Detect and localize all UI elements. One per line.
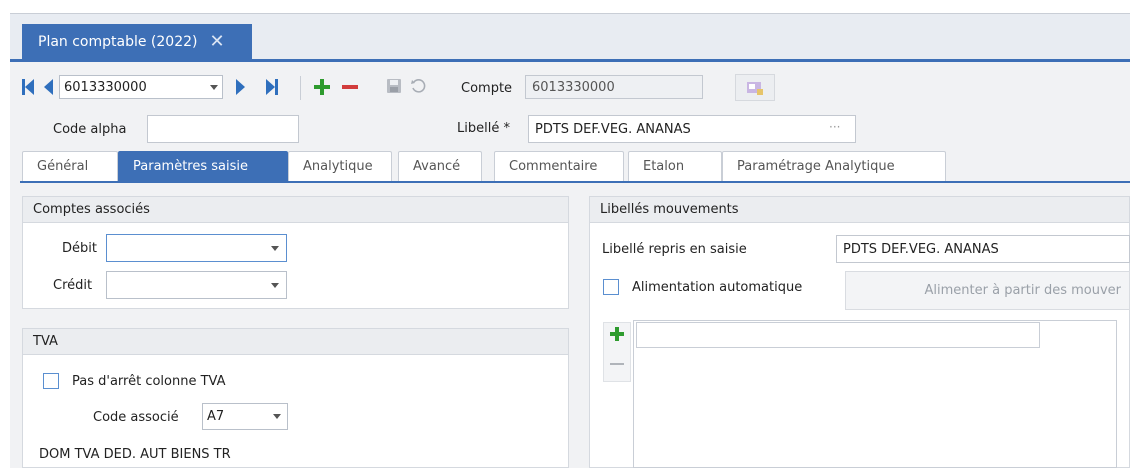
document-tab-title: Plan comptable (2022) (38, 33, 198, 50)
window-top-strip (0, 0, 1130, 13)
last-record-button[interactable] (266, 79, 278, 95)
tab-analytique-label: Analytique (303, 159, 373, 174)
remove-row-button[interactable] (609, 356, 625, 372)
compte-field: 6013330000 (525, 75, 703, 99)
last-bar-icon (275, 79, 278, 95)
debit-label: Débit (62, 241, 97, 256)
account-card-button[interactable] (735, 74, 775, 101)
tab-avance[interactable]: Avancé (398, 151, 482, 181)
tabs-accent-line (20, 181, 1130, 183)
tva-title: TVA (23, 329, 568, 355)
tab-commentaire-label: Commentaire (509, 159, 598, 174)
compte-label: Compte (461, 81, 513, 96)
credit-label: Crédit (53, 278, 93, 293)
tab-analytique[interactable]: Analytique (288, 151, 392, 181)
undo-button[interactable] (410, 78, 426, 94)
code-associe-label: Code associé (93, 410, 179, 425)
code-associe-select[interactable]: A7 (202, 403, 288, 430)
chevron-down-icon (273, 414, 281, 419)
tva-description: DOM TVA DED. AUT BIENS TR (39, 447, 231, 462)
libelle-input[interactable]: PDTS DEF.VEG. ANANAS ··· (528, 115, 856, 143)
tab-parametres-saisie[interactable]: Paramètres saisie (118, 151, 288, 181)
libelle-label: Libellé * (457, 121, 510, 136)
next-record-button[interactable] (236, 79, 245, 95)
pas-arret-checkbox[interactable] (43, 373, 59, 389)
plus-icon (314, 79, 330, 95)
minus-icon (342, 85, 358, 89)
alimenter-button-label: Alimenter à partir des mouver (924, 283, 1122, 298)
code-alpha-label: Code alpha (53, 122, 127, 137)
alimentation-auto-label: Alimentation automatique (632, 280, 803, 295)
account-selector-value: 6013330000 (64, 79, 147, 95)
code-alpha-input[interactable] (147, 115, 299, 143)
document-tab-plan-comptable[interactable]: Plan comptable (2022) ✕ (22, 24, 252, 59)
tab-general[interactable]: Général (22, 151, 118, 181)
tab-parametrage-analytique-label: Paramétrage Analytique (737, 159, 895, 174)
first-arrow-icon (25, 79, 34, 95)
libelle-repris-input[interactable]: PDTS DEF.VEG. ANANAS (836, 235, 1130, 263)
tab-avance-label: Avancé (413, 159, 461, 174)
pas-arret-label: Pas d'arrêt colonne TVA (72, 374, 226, 389)
debit-select[interactable] (106, 234, 287, 262)
save-button[interactable] (386, 78, 402, 94)
add-row-button[interactable] (609, 326, 625, 342)
save-icon (387, 79, 401, 93)
first-record-button[interactable] (22, 79, 34, 95)
credit-select[interactable] (106, 271, 287, 299)
last-arrow-icon (266, 79, 275, 95)
tab-parametrage-analytique[interactable]: Paramétrage Analytique (722, 151, 946, 181)
more-options-icon[interactable]: ··· (829, 120, 840, 134)
libelle-repris-value: PDTS DEF.VEG. ANANAS (843, 241, 999, 257)
close-icon[interactable]: ✕ (209, 31, 224, 52)
libelles-mouvements-title: Libellés mouvements (590, 197, 1129, 223)
tab-etalon[interactable]: Etalon (628, 151, 722, 181)
card-icon (747, 81, 763, 95)
toolbar-divider (300, 76, 301, 100)
chevron-down-icon (210, 85, 218, 90)
account-selector[interactable]: 6013330000 (59, 75, 223, 99)
alimenter-button[interactable]: Alimenter à partir des mouver (845, 271, 1130, 310)
delete-button[interactable] (341, 78, 359, 96)
libelle-repris-label: Libellé repris en saisie (602, 242, 747, 257)
undo-icon (411, 79, 426, 93)
compte-value: 6013330000 (532, 79, 615, 95)
code-associe-value: A7 (207, 409, 225, 424)
minus-icon (610, 363, 624, 365)
chevron-down-icon (271, 246, 279, 251)
tab-etalon-label: Etalon (643, 159, 685, 174)
libelle-value: PDTS DEF.VEG. ANANAS (535, 121, 691, 137)
alimentation-auto-checkbox[interactable] (603, 279, 619, 295)
previous-record-button[interactable] (44, 79, 53, 95)
comptes-associes-group: Comptes associés (22, 196, 569, 309)
grid-row-input[interactable] (636, 322, 1040, 348)
add-button[interactable] (313, 78, 331, 96)
chevron-down-icon (271, 283, 279, 288)
comptes-associes-title: Comptes associés (23, 197, 568, 223)
plus-icon (610, 327, 624, 341)
tab-general-label: Général (37, 159, 89, 174)
tab-parametres-saisie-label: Paramètres saisie (133, 159, 248, 174)
tab-commentaire[interactable]: Commentaire (494, 151, 624, 181)
